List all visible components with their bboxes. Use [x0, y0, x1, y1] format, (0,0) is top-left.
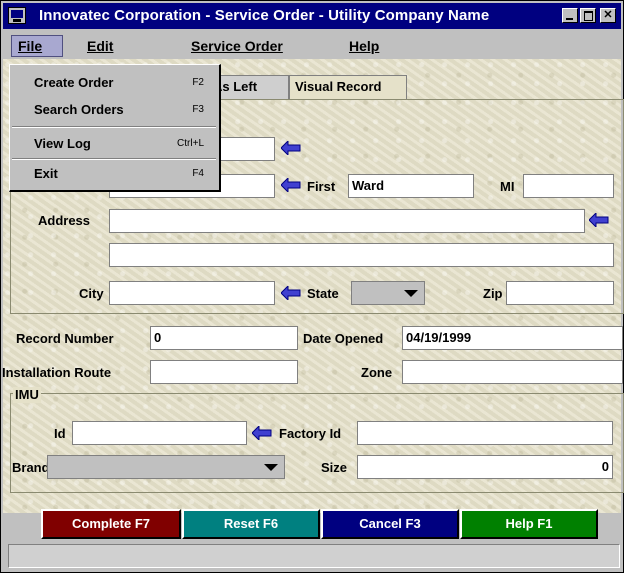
search-orders-label: Search Orders: [34, 102, 124, 117]
menu-help-label: Help: [349, 38, 380, 54]
menu-edit[interactable]: Edit: [81, 35, 119, 57]
close-button[interactable]: ✕: [600, 8, 616, 23]
window-title: Innovatec Corporation - Service Order - …: [39, 7, 490, 24]
date-opened-field[interactable]: 04/19/1999: [402, 326, 623, 350]
state-select[interactable]: [351, 281, 425, 305]
menu-file-label: File: [18, 38, 43, 54]
first-name-field[interactable]: Ward: [348, 174, 474, 198]
create-order-shortcut: F2: [192, 77, 204, 88]
computer-icon[interactable]: [8, 7, 26, 24]
left-arrow-icon[interactable]: [281, 286, 301, 300]
triangle-down-icon: [264, 464, 278, 471]
left-arrow-icon[interactable]: [252, 426, 272, 440]
imu-id-label: Id: [54, 426, 66, 441]
help-button[interactable]: Help F1: [460, 509, 598, 539]
state-label: State: [307, 286, 339, 301]
factory-id-label: Factory Id: [279, 426, 342, 441]
menu-help[interactable]: Help: [343, 35, 385, 57]
menu-file[interactable]: File: [11, 35, 63, 57]
left-arrow-icon[interactable]: [281, 141, 301, 155]
mi-field[interactable]: [523, 174, 614, 198]
last-name-field[interactable]: [219, 137, 275, 161]
date-opened-label: Date Opened: [303, 331, 384, 346]
first-name-label: First: [307, 179, 336, 194]
exit-shortcut: F4: [192, 168, 204, 179]
imu-group-label: IMU: [13, 387, 41, 403]
installation-route-field[interactable]: [150, 360, 298, 384]
tab-visual-record[interactable]: Visual Record: [289, 75, 407, 99]
view-log-label: View Log: [34, 136, 91, 151]
left-arrow-icon[interactable]: [281, 178, 301, 192]
brand-label: Brand: [12, 460, 50, 475]
search-orders-shortcut: F3: [192, 104, 204, 115]
file-menu-dropdown: Create Order F2 Search Orders F3 View Lo…: [9, 64, 221, 192]
factory-id-field[interactable]: [357, 421, 613, 445]
cancel-button[interactable]: Cancel F3: [321, 509, 459, 539]
zone-field[interactable]: [402, 360, 623, 384]
imu-id-field[interactable]: [72, 421, 247, 445]
create-order-label: Create Order: [34, 75, 114, 90]
app-window: Innovatec Corporation - Service Order - …: [0, 0, 624, 573]
menu-bar: File Edit Service Order Help: [3, 31, 621, 59]
minimize-button[interactable]: [562, 8, 578, 23]
view-log-shortcut: Ctrl+L: [177, 138, 204, 149]
complete-button[interactable]: Complete F7: [41, 509, 181, 539]
menu-separator: [12, 158, 216, 160]
record-number-label: Record Number: [16, 331, 114, 346]
installation-route-label: Installation Route: [2, 365, 112, 380]
zip-field[interactable]: [506, 281, 614, 305]
brand-select[interactable]: [47, 455, 285, 479]
title-bar[interactable]: Innovatec Corporation - Service Order - …: [3, 3, 621, 29]
city-field[interactable]: [109, 281, 275, 305]
size-field[interactable]: 0: [357, 455, 613, 479]
menu-item-view-log[interactable]: View Log Ctrl+L: [10, 132, 218, 156]
maximize-button[interactable]: [580, 8, 596, 23]
menu-service-order[interactable]: Service Order: [185, 35, 289, 57]
menu-separator: [12, 126, 216, 128]
address-line2-field[interactable]: [109, 243, 614, 267]
triangle-down-icon: [404, 290, 418, 297]
menu-edit-label: Edit: [87, 38, 114, 54]
mi-label: MI: [500, 179, 515, 194]
reset-button[interactable]: Reset F6: [182, 509, 320, 539]
zone-label: Zone: [361, 365, 393, 380]
menu-item-exit[interactable]: Exit F4: [10, 162, 218, 186]
tab-visual-record-label: Visual Record: [295, 79, 382, 94]
left-arrow-icon[interactable]: [589, 213, 609, 227]
menu-item-create-order[interactable]: Create Order F2: [10, 71, 218, 95]
record-number-field[interactable]: 0: [150, 326, 298, 350]
city-label: City: [79, 286, 104, 301]
address-label: Address: [38, 213, 91, 228]
size-label: Size: [321, 460, 348, 475]
status-bar: [8, 544, 620, 568]
zip-label: Zip: [483, 286, 503, 301]
exit-label: Exit: [34, 166, 58, 181]
menu-item-search-orders[interactable]: Search Orders F3: [10, 98, 218, 122]
address-line1-field[interactable]: [109, 209, 585, 233]
menu-service-order-label: Service Order: [191, 38, 283, 54]
